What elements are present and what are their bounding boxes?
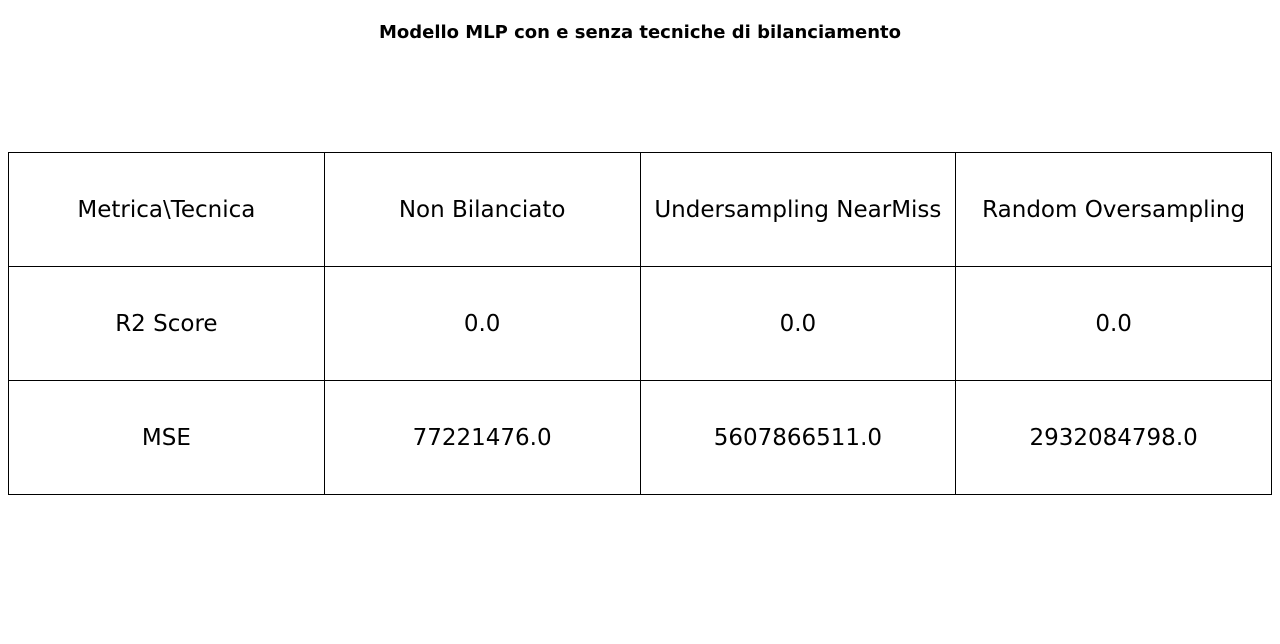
row-label-mse: MSE — [8, 380, 325, 495]
metrics-table: Metrica\Tecnica Non Bilanciato Undersamp… — [8, 152, 1272, 495]
header-cell-metric: Metrica\Tecnica — [8, 152, 325, 267]
chart-title: Modello MLP con e senza tecniche di bila… — [378, 22, 902, 43]
cell-r2-undersampling: 0.0 — [639, 266, 957, 381]
table-header-row: Metrica\Tecnica Non Bilanciato Undersamp… — [8, 152, 1272, 267]
header-cell-unbalanced: Non Bilanciato — [323, 152, 641, 267]
cell-mse-unbalanced: 77221476.0 — [323, 380, 641, 495]
table-row-r2: R2 Score 0.0 0.0 0.0 — [8, 266, 1272, 381]
row-label-r2: R2 Score — [8, 266, 325, 381]
cell-mse-undersampling: 5607866511.0 — [639, 380, 957, 495]
table-row-mse: MSE 77221476.0 5607866511.0 2932084798.0 — [8, 380, 1272, 495]
cell-r2-oversampling: 0.0 — [955, 266, 1272, 381]
cell-mse-oversampling: 2932084798.0 — [955, 380, 1272, 495]
figure: Modello MLP con e senza tecniche di bila… — [0, 0, 1280, 644]
cell-r2-unbalanced: 0.0 — [323, 266, 641, 381]
table-container: Metrica\Tecnica Non Bilanciato Undersamp… — [8, 152, 1272, 495]
header-cell-undersampling: Undersampling NearMiss — [639, 152, 957, 267]
header-cell-oversampling: Random Oversampling — [955, 152, 1272, 267]
